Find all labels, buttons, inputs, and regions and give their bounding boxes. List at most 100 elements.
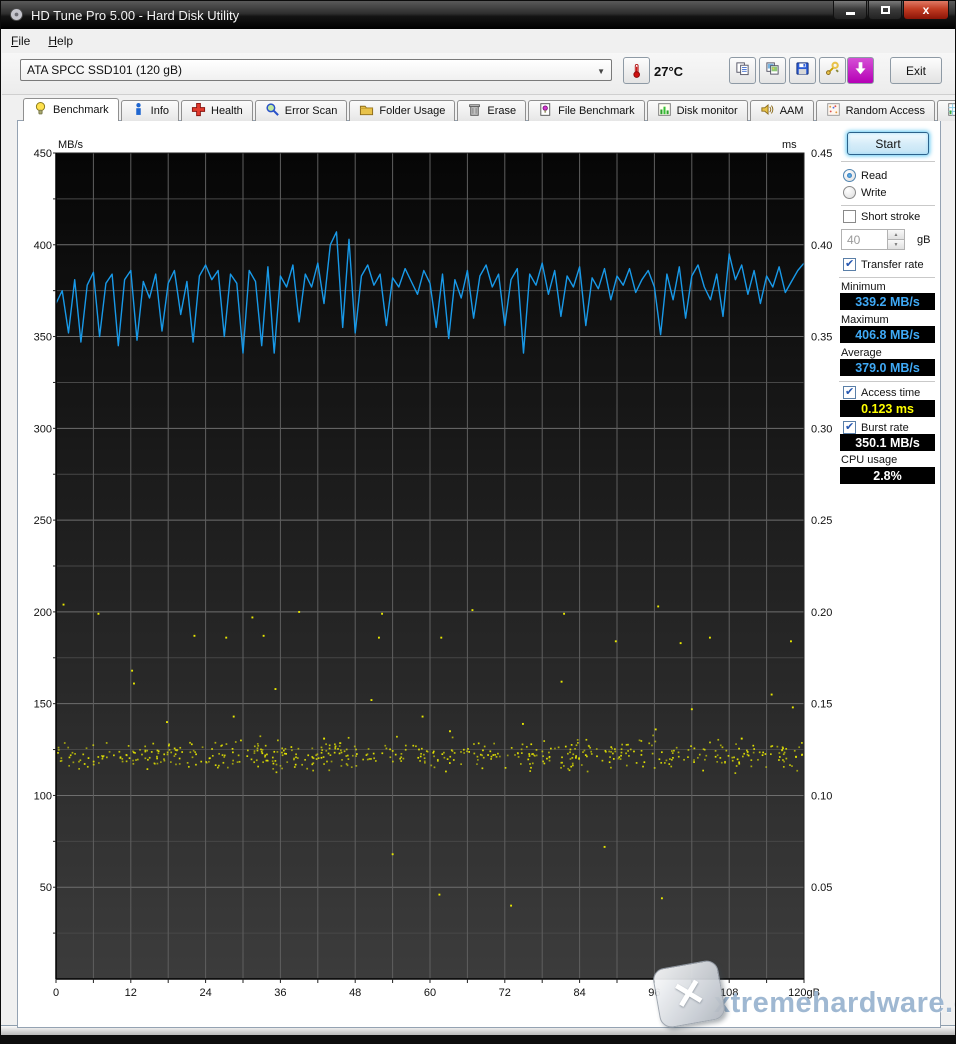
svg-text:0.15: 0.15 — [811, 699, 832, 711]
watermark: ✕ xtremehardware.com — [656, 964, 956, 1024]
tab-random-access[interactable]: Random Access — [816, 100, 935, 121]
tab-benchmark[interactable]: Benchmark — [23, 98, 119, 121]
drive-selector-value: ATA SPCC SSD101 (120 gB) — [27, 63, 182, 77]
window-controls: x — [832, 1, 949, 20]
start-button[interactable]: Start — [847, 132, 929, 155]
maximize-button[interactable] — [868, 1, 902, 20]
svg-text:0.45: 0.45 — [811, 148, 832, 160]
save-button[interactable] — [789, 57, 816, 84]
minimum-value: 339.2 MB/s — [840, 293, 935, 310]
svg-text:84: 84 — [573, 987, 585, 999]
average-value: 379.0 MB/s — [840, 359, 935, 376]
benchmark-chart: 501001502002503003504004500.050.100.150.… — [26, 137, 838, 1014]
tab-folder-usage[interactable]: Folder Usage — [349, 100, 455, 121]
transfer-rate-row: Transfer rate — [843, 258, 924, 271]
bulb-icon — [33, 101, 48, 119]
options-button[interactable] — [819, 57, 846, 84]
svg-text:450: 450 — [34, 148, 52, 160]
tab-label: File Benchmark — [558, 105, 634, 117]
drive-selector[interactable]: ATA SPCC SSD101 (120 gB) ▼ — [20, 59, 612, 81]
svg-text:0.25: 0.25 — [811, 515, 832, 527]
copy-image-button[interactable] — [759, 57, 786, 84]
svg-text:60: 60 — [424, 987, 436, 999]
spinner-up-icon[interactable]: ▲ — [887, 230, 904, 239]
tab-error-scan[interactable]: Error Scan — [255, 100, 348, 121]
window-title: HD Tune Pro 5.00 - Hard Disk Utility — [31, 8, 239, 23]
short-stroke-checkbox[interactable] — [843, 210, 856, 223]
svg-text:ms: ms — [782, 139, 797, 151]
exit-button[interactable]: Exit — [890, 57, 942, 84]
tab-file-benchmark[interactable]: File Benchmark — [528, 100, 644, 121]
minimize-button[interactable] — [833, 1, 867, 20]
separator — [841, 205, 935, 207]
close-icon: x — [923, 3, 930, 17]
transfer-rate-label: Transfer rate — [861, 259, 924, 271]
svg-text:0.40: 0.40 — [811, 240, 832, 252]
window-frame-edge — [1, 1035, 955, 1043]
svg-text:400: 400 — [34, 240, 52, 252]
close-button[interactable]: x — [903, 1, 949, 20]
disk-monitor-icon — [657, 102, 672, 120]
svg-text:0.20: 0.20 — [811, 607, 832, 619]
save-icon — [795, 61, 810, 81]
menu-item-help[interactable]: Help — [39, 31, 82, 51]
cpu-usage-label: CPU usage — [841, 454, 897, 466]
disk-icon — [9, 7, 25, 23]
svg-text:0.30: 0.30 — [811, 423, 832, 435]
spinner-down-icon[interactable]: ▼ — [887, 239, 904, 249]
menu-item-file[interactable]: File — [2, 31, 39, 51]
access-time-label: Access time — [861, 387, 920, 399]
title-bar[interactable]: HD Tune Pro 5.00 - Hard Disk Utility x — [1, 1, 955, 29]
access-time-row: Access time — [843, 386, 920, 399]
random-access-icon — [826, 102, 841, 120]
separator — [839, 381, 935, 383]
svg-text:250: 250 — [34, 515, 52, 527]
tab-label: Benchmark — [53, 104, 109, 116]
copy-text-button[interactable] — [729, 57, 756, 84]
folder-icon — [359, 102, 374, 120]
short-stroke-size-input[interactable] — [842, 230, 886, 249]
svg-text:24: 24 — [199, 987, 211, 999]
app-window: HD Tune Pro 5.00 - Hard Disk Utility x F… — [0, 0, 956, 1044]
write-radio[interactable] — [843, 186, 856, 199]
minimum-label: Minimum — [841, 281, 886, 293]
tab-aam[interactable]: AAM — [750, 100, 814, 121]
temperature-button[interactable] — [623, 57, 650, 84]
health-icon — [191, 102, 206, 120]
svg-text:300: 300 — [34, 423, 52, 435]
spinner-buttons[interactable]: ▲ ▼ — [887, 230, 904, 249]
maximize-icon — [881, 6, 890, 14]
burst-rate-value: 350.1 MB/s — [840, 434, 935, 451]
svg-text:350: 350 — [34, 332, 52, 344]
svg-text:0.35: 0.35 — [811, 332, 832, 344]
svg-text:200: 200 — [34, 607, 52, 619]
svg-text:0.10: 0.10 — [811, 790, 832, 802]
short-stroke-size-stepper[interactable]: ▲ ▼ — [841, 229, 905, 250]
tab-label: AAM — [780, 105, 804, 117]
cpu-usage-value: 2.8% — [840, 467, 935, 484]
read-radio[interactable] — [843, 169, 856, 182]
minimize-icon — [846, 12, 855, 15]
tab-info[interactable]: Info — [121, 100, 179, 121]
transfer-rate-checkbox[interactable] — [843, 258, 856, 271]
tab-extra-tests[interactable]: Extra tests — [937, 100, 956, 121]
tab-label: Health — [211, 105, 243, 117]
burst-rate-checkbox[interactable] — [843, 421, 856, 434]
file-benchmark-icon — [538, 102, 553, 120]
tab-disk-monitor[interactable]: Disk monitor — [647, 100, 748, 121]
tab-label: Folder Usage — [379, 105, 445, 117]
tab-erase[interactable]: Erase — [457, 100, 526, 121]
short-stroke-label: Short stroke — [861, 211, 920, 223]
maximum-value: 406.8 MB/s — [840, 326, 935, 343]
capture-button[interactable] — [847, 57, 874, 84]
tab-health[interactable]: Health — [181, 100, 253, 121]
burst-rate-row: Burst rate — [843, 421, 909, 434]
access-time-value: 0.123 ms — [840, 400, 935, 417]
down-arrow-icon — [853, 61, 868, 81]
svg-text:72: 72 — [499, 987, 511, 999]
write-radio-row: Write — [843, 186, 886, 199]
average-label: Average — [841, 347, 882, 359]
svg-text:12: 12 — [125, 987, 137, 999]
tools-icon — [825, 61, 840, 81]
access-time-checkbox[interactable] — [843, 386, 856, 399]
